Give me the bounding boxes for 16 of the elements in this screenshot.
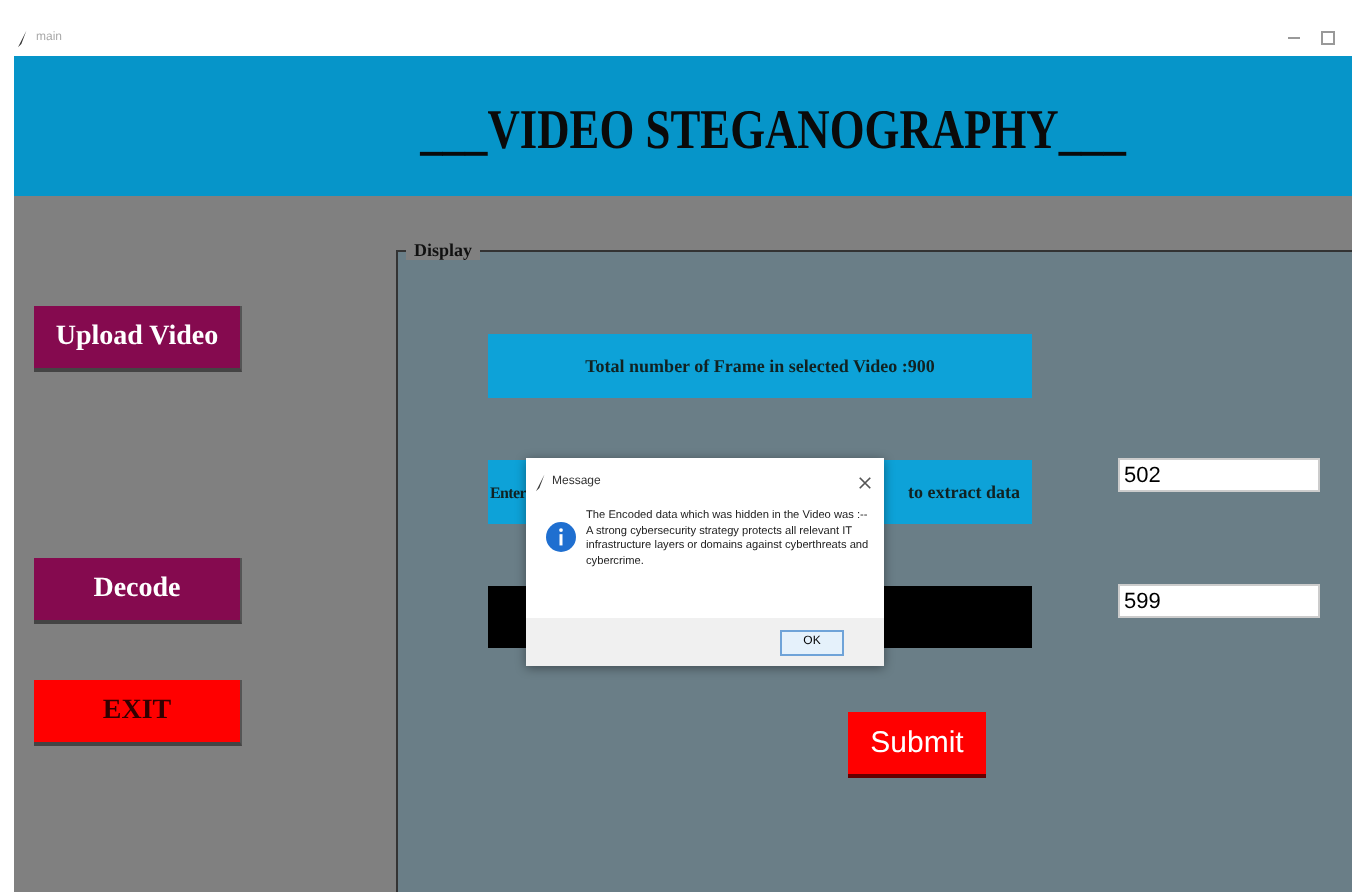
app-title: ___VIDEO STEGANOGRAPHY___: [420, 100, 1126, 164]
feather-icon: [18, 29, 28, 47]
close-icon[interactable]: [858, 475, 872, 489]
sidebar-button[interactable]: Upload Video: [34, 306, 242, 372]
sidebar-button[interactable]: Decode: [34, 558, 242, 624]
start-frame-field[interactable]: 502: [1118, 458, 1320, 492]
sidebar-button[interactable]: EXIT: [34, 680, 242, 746]
info-icon: [546, 522, 576, 552]
range-label-end: to extract data: [908, 482, 1020, 502]
frame-count-label: Total number of Frame in selected Video :900: [488, 334, 1032, 398]
end-frame-field[interactable]: 599: [1118, 584, 1320, 618]
range-label-start: Enter: [490, 483, 527, 501]
maximize-icon[interactable]: [1320, 30, 1336, 46]
frame-legend: Display: [406, 240, 481, 260]
feather-icon: [536, 473, 546, 491]
submit-button[interactable]: Submit: [848, 712, 986, 778]
